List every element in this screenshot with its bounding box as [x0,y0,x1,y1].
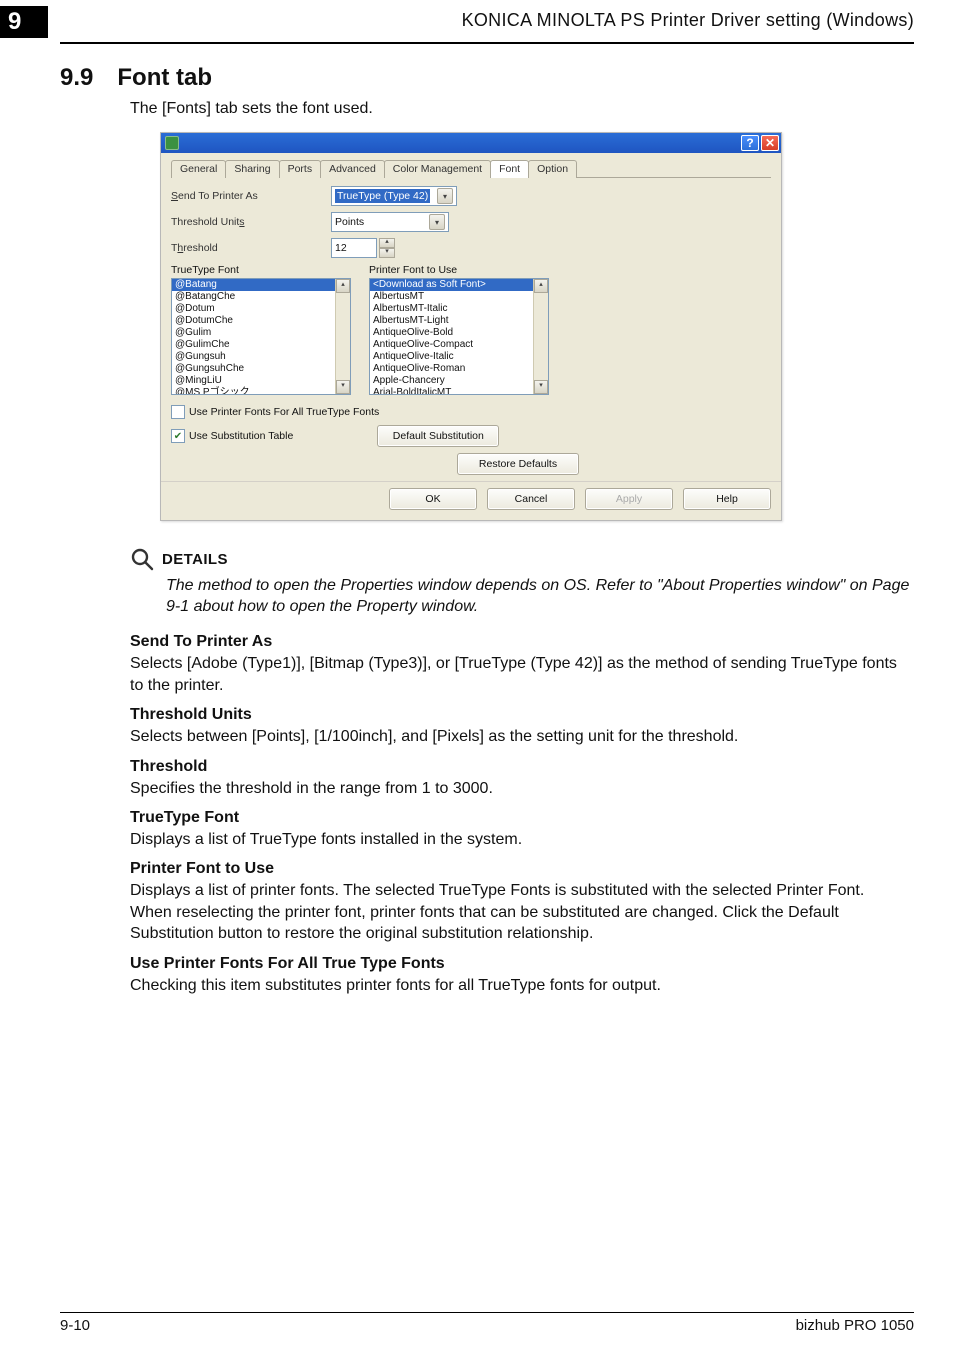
list-item[interactable]: AntiqueOlive-Compact [370,339,548,351]
subsection-heading: Threshold [130,758,914,776]
list-item[interactable]: @BatangChe [172,291,350,303]
use-printer-fonts-all-checkbox[interactable] [171,405,185,419]
use-printer-fonts-all-label: Use Printer Fonts For All TrueType Fonts [189,406,379,418]
spin-down-icon: ▾ [379,248,395,258]
send-to-printer-label-text: end To Printer As [178,190,258,202]
cancel-button[interactable]: Cancel [487,488,575,510]
threshold-units-combo[interactable]: Points ▾ [331,212,449,232]
subsection-paragraph: Selects between [Points], [1/100inch], a… [130,726,910,747]
spin-up-icon: ▴ [379,238,395,248]
help-button[interactable]: ? [741,135,759,151]
tab-general[interactable]: General [171,160,226,178]
subsection-paragraph: Displays a list of printer fonts. The se… [130,880,910,944]
help-button[interactable]: Help [683,488,771,510]
send-to-printer-label: Send To Printer As [171,190,331,202]
list-item[interactable]: @GulimChe [172,339,350,351]
list-item[interactable]: @MingLiU [172,375,350,387]
truetype-font-label: TrueType Font [171,264,351,276]
list-item[interactable]: AntiqueOlive-Italic [370,351,548,363]
threshold-spinner[interactable]: ▴ ▾ [379,238,395,258]
send-to-printer-value: TrueType (Type 42) [335,189,430,203]
subsection-heading: Threshold Units [130,706,914,724]
list-item[interactable]: @MS Pゴシック [172,387,350,395]
subsection-paragraph: Displays a list of TrueType fonts instal… [130,829,910,850]
tab-sharing[interactable]: Sharing [225,160,279,178]
subsection-heading: Send To Printer As [130,633,914,651]
magnifier-icon [130,547,154,571]
list-item[interactable]: AlbertusMT [370,291,548,303]
list-item[interactable]: @Gungsuh [172,351,350,363]
section-number: 9.9 [60,64,93,92]
default-substitution-button[interactable]: Default Substitution [377,425,499,447]
send-to-printer-combo[interactable]: TrueType (Type 42) ▾ [331,186,457,206]
printer-font-listbox[interactable]: <Download as Soft Font>AlbertusMTAlbertu… [369,278,549,395]
list-item[interactable]: @Batang [172,279,350,291]
tab-advanced[interactable]: Advanced [320,160,385,178]
chevron-down-icon: ▾ [429,214,445,230]
footer-product: bizhub PRO 1050 [796,1317,914,1334]
dialog-footer: OK Cancel Apply Help [161,481,781,520]
restore-defaults-button[interactable]: Restore Defaults [457,453,579,475]
dialog-titlebar: ? ✕ [161,133,781,153]
list-item[interactable]: @Dotum [172,303,350,315]
use-substitution-table-label: Use Substitution Table [189,430,293,442]
page-footer: 9-10 bizhub PRO 1050 [60,1312,914,1334]
threshold-units-value: Points [335,216,364,228]
scroll-up-icon: ▴ [336,279,350,293]
scrollbar[interactable]: ▴ ▾ [335,279,350,394]
list-item[interactable]: AntiqueOlive-Bold [370,327,548,339]
truetype-font-listbox[interactable]: @Batang@BatangChe@Dotum@DotumChe@Gulim@G… [171,278,351,395]
printer-font-label: Printer Font to Use [369,264,549,276]
subsection-paragraph: Specifies the threshold in the range fro… [130,778,910,799]
threshold-value: 12 [335,242,347,254]
details-text: The method to open the Properties window… [166,575,910,617]
printer-icon [165,136,179,150]
list-item[interactable]: AlbertusMT-Italic [370,303,548,315]
scroll-down-icon: ▾ [336,380,350,394]
list-item[interactable]: @DotumChe [172,315,350,327]
tab-option[interactable]: Option [528,160,577,178]
subsection-heading: TrueType Font [130,809,914,827]
chevron-down-icon: ▾ [437,188,453,204]
section-lead: The [Fonts] tab sets the font used. [130,100,914,118]
list-item[interactable]: AntiqueOlive-Roman [370,363,548,375]
list-item[interactable]: @GungsuhChe [172,363,350,375]
apply-button[interactable]: Apply [585,488,673,510]
running-header-title: KONICA MINOLTA PS Printer Driver setting… [462,10,914,31]
properties-dialog: ? ✕ GeneralSharingPortsAdvancedColor Man… [160,132,782,521]
list-item[interactable]: Apple-Chancery [370,375,548,387]
list-item[interactable]: Arial-BoldItalicMT [370,387,548,395]
subsection-heading: Use Printer Fonts For All True Type Font… [130,955,914,973]
chapter-badge: 9 [0,6,48,38]
details-heading: DETAILS [162,551,228,568]
threshold-units-label: Threshold Units [171,216,331,228]
subsection-heading: Printer Font to Use [130,860,914,878]
header-rule [60,42,914,44]
threshold-input[interactable]: 12 [331,238,377,258]
list-item[interactable]: AlbertusMT-Light [370,315,548,327]
use-substitution-table-checkbox[interactable]: ✔ [171,429,185,443]
close-button[interactable]: ✕ [761,135,779,151]
subsection-paragraph: Checking this item substitutes printer f… [130,975,910,996]
section-title: Font tab [117,64,212,92]
footer-page-number: 9-10 [60,1317,90,1334]
list-item[interactable]: @Gulim [172,327,350,339]
ok-button[interactable]: OK [389,488,477,510]
scrollbar[interactable]: ▴ ▾ [533,279,548,394]
scroll-down-icon: ▾ [534,380,548,394]
tab-font[interactable]: Font [490,160,529,178]
tab-ports[interactable]: Ports [279,160,322,178]
scroll-up-icon: ▴ [534,279,548,293]
tab-color-management[interactable]: Color Management [384,160,491,178]
threshold-label: Threshold [171,242,331,254]
subsection-paragraph: Selects [Adobe (Type1)], [Bitmap (Type3)… [130,653,910,696]
list-item[interactable]: <Download as Soft Font> [370,279,548,291]
